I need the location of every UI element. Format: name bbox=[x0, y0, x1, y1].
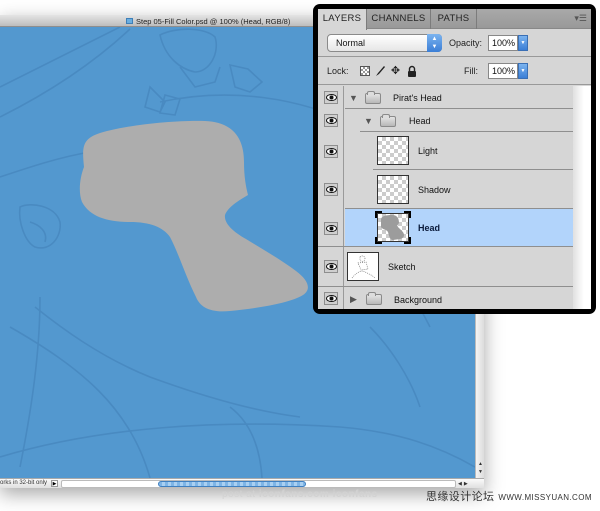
visibility-eye-icon[interactable] bbox=[324, 91, 338, 104]
folder-icon bbox=[365, 91, 381, 104]
credit-logo: iconfans bbox=[332, 489, 378, 500]
psd-file-icon bbox=[126, 18, 133, 24]
blend-options-row: Normal ▲ ▼ Opacity: 100% ▼ bbox=[318, 30, 591, 57]
layer-row-background[interactable]: ▶ Background bbox=[318, 287, 573, 309]
layer-thumbnail bbox=[377, 136, 409, 165]
layer-row-sketch[interactable]: Sketch bbox=[318, 247, 573, 287]
lock-image-pixels-icon[interactable] bbox=[375, 65, 386, 77]
visibility-eye-icon[interactable] bbox=[324, 222, 338, 235]
layer-row-pirats-head[interactable]: ▼ Pirat's Head bbox=[318, 86, 573, 109]
folder-icon bbox=[366, 292, 382, 305]
folder-icon bbox=[380, 114, 396, 127]
layer-name: Sketch bbox=[388, 262, 416, 272]
head-fill-shape bbox=[79, 120, 308, 312]
layer-name: Background bbox=[394, 295, 443, 305]
layer-row-head-selected[interactable]: Head bbox=[318, 209, 573, 247]
layers-panel: LAYERS CHANNELS PATHS ▾☰ Normal ▲ ▼ Opaci… bbox=[313, 4, 596, 314]
visibility-eye-icon[interactable] bbox=[324, 145, 338, 158]
layer-name: Head bbox=[418, 223, 441, 233]
blend-mode-select[interactable]: Normal ▲ ▼ bbox=[327, 34, 442, 52]
layers-list-scrollbar[interactable] bbox=[573, 86, 591, 309]
visibility-eye-icon[interactable] bbox=[324, 183, 338, 196]
status-bar: orks in 32-bit only ▶ ◀▶ bbox=[0, 478, 484, 488]
lock-transparent-pixels-icon[interactable] bbox=[360, 66, 370, 76]
tab-channels[interactable]: CHANNELS bbox=[367, 9, 431, 29]
lock-label: Lock: bbox=[327, 66, 349, 76]
lock-all-icon[interactable] bbox=[406, 65, 417, 77]
layer-name: Pirat's Head bbox=[393, 93, 442, 103]
fill-input[interactable]: 100% bbox=[488, 63, 518, 79]
expand-triangle-icon[interactable]: ▼ bbox=[349, 93, 358, 103]
lock-options-row: Lock: ✥ Fill: 100% ▼ bbox=[318, 58, 591, 85]
site-name-cn: 思缘设计论坛 bbox=[426, 491, 495, 503]
expand-triangle-icon[interactable]: ▼ bbox=[364, 116, 373, 126]
site-url: WWW.MISSYUAN.COM bbox=[498, 493, 592, 502]
horizontal-scroll-thumb[interactable] bbox=[158, 481, 306, 487]
scroll-up-arrow-icon[interactable]: ▲ bbox=[477, 460, 484, 468]
status-text: orks in 32-bit only bbox=[0, 480, 48, 486]
lock-position-icon[interactable]: ✥ bbox=[390, 65, 401, 77]
fill-dropdown-icon[interactable]: ▼ bbox=[518, 63, 528, 79]
visibility-eye-icon[interactable] bbox=[324, 292, 338, 305]
visibility-eye-icon[interactable] bbox=[324, 260, 338, 273]
opacity-dropdown-icon[interactable]: ▼ bbox=[518, 35, 528, 51]
fill-label: Fill: bbox=[464, 66, 478, 76]
updown-arrows-icon: ▲ ▼ bbox=[427, 34, 442, 52]
scroll-left-right-arrows-icon[interactable]: ◀▶ bbox=[458, 480, 470, 488]
panel-menu-icon[interactable]: ▾☰ bbox=[574, 13, 587, 23]
visibility-eye-icon[interactable] bbox=[324, 114, 338, 127]
layer-row-shadow[interactable]: Shadow bbox=[318, 170, 573, 209]
scroll-down-arrow-icon[interactable]: ▼ bbox=[477, 468, 484, 476]
site-watermark: 思缘设计论坛 WWW.MISSYUAN.COM bbox=[426, 488, 592, 504]
tab-paths[interactable]: PATHS bbox=[431, 9, 477, 29]
layer-name: Light bbox=[418, 146, 438, 156]
collapse-triangle-icon[interactable]: ▶ bbox=[350, 294, 357, 304]
tab-layers[interactable]: LAYERS bbox=[318, 9, 367, 30]
thumbnail-selection-brackets bbox=[375, 211, 411, 244]
document-title-text: Step 05-Fill Color.psd @ 100% (Head, RGB… bbox=[136, 16, 291, 26]
layer-thumbnail bbox=[377, 175, 409, 204]
horizontal-scrollbar[interactable] bbox=[61, 480, 456, 488]
layers-list: ▼ Pirat's Head ▼ Head Light Shadow Head … bbox=[318, 86, 591, 309]
layer-name: Shadow bbox=[418, 185, 451, 195]
credit-prefix: post at bbox=[222, 489, 256, 500]
credit-site: iconfans.com bbox=[258, 489, 330, 500]
document-title: Step 05-Fill Color.psd @ 100% (Head, RGB… bbox=[126, 15, 290, 27]
layer-row-light[interactable]: Light bbox=[318, 132, 573, 170]
layer-thumbnail bbox=[347, 252, 379, 281]
status-menu-arrow-icon[interactable]: ▶ bbox=[51, 480, 58, 487]
layer-name: Head bbox=[409, 116, 431, 126]
opacity-label: Opacity: bbox=[449, 38, 483, 48]
opacity-input[interactable]: 100% bbox=[488, 35, 518, 51]
layer-row-head-group[interactable]: ▼ Head bbox=[318, 109, 573, 132]
credit-watermark: post at iconfans.com iconfans bbox=[222, 489, 378, 500]
panel-tabs: LAYERS CHANNELS PATHS ▾☰ bbox=[318, 9, 591, 30]
blend-mode-value: Normal bbox=[336, 38, 366, 48]
